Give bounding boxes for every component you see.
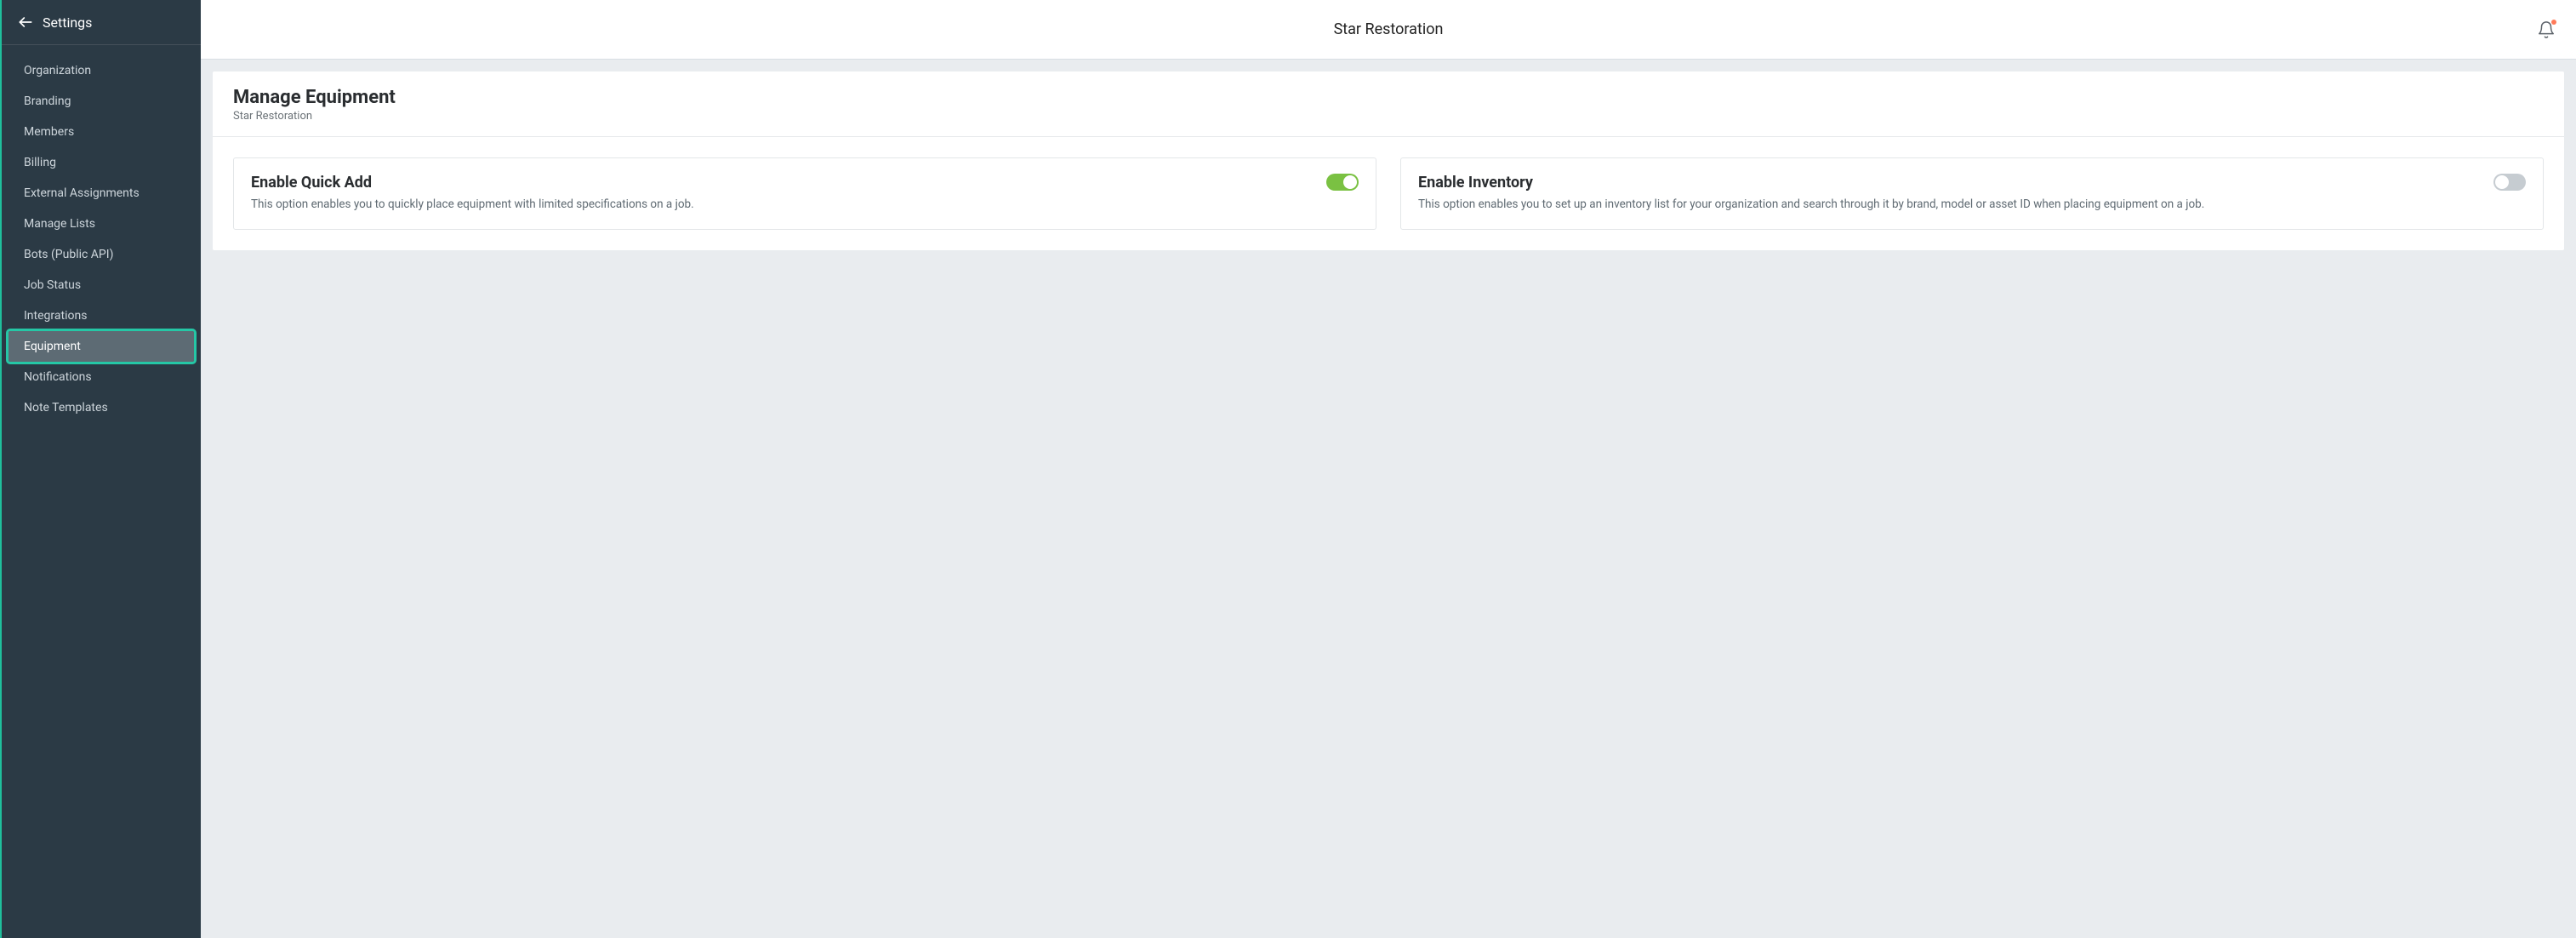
- page-subtitle: Star Restoration: [233, 110, 2544, 123]
- setting-description: This option enables you to quickly place…: [251, 197, 1311, 214]
- sidebar-item-branding[interactable]: Branding: [9, 86, 194, 117]
- toggle-quick-add[interactable]: [1326, 174, 1359, 191]
- back-icon[interactable]: [15, 12, 36, 32]
- sidebar-item-note-templates[interactable]: Note Templates: [9, 392, 194, 423]
- page-card: Manage Equipment Star Restoration Enable…: [213, 71, 2564, 250]
- content: Manage Equipment Star Restoration Enable…: [201, 60, 2576, 262]
- sidebar-item-job-status[interactable]: Job Status: [9, 270, 194, 300]
- sidebar-item-billing[interactable]: Billing: [9, 147, 194, 178]
- sidebar-nav: Organization Branding Members Billing Ex…: [2, 45, 201, 433]
- toggle-inventory[interactable]: [2493, 174, 2526, 191]
- sidebar-item-organization[interactable]: Organization: [9, 55, 194, 86]
- header-bar: Star Restoration: [201, 0, 2576, 60]
- main: Star Restoration Manage Equipment Star R…: [201, 0, 2576, 938]
- header-title: Star Restoration: [1334, 20, 1444, 38]
- sidebar: Settings Organization Branding Members B…: [0, 0, 201, 938]
- toggle-knob-icon: [1343, 175, 1357, 189]
- setting-title: Enable Quick Add: [251, 174, 1311, 192]
- setting-description: This option enables you to set up an inv…: [1418, 197, 2478, 214]
- sidebar-item-external-assignments[interactable]: External Assignments: [9, 178, 194, 209]
- notification-badge-icon: [2551, 20, 2556, 25]
- sidebar-item-members[interactable]: Members: [9, 117, 194, 147]
- toggle-knob-icon: [2495, 175, 2509, 189]
- notifications-bell-icon[interactable]: [2535, 19, 2557, 41]
- setting-title: Enable Inventory: [1418, 174, 2478, 192]
- sidebar-item-integrations[interactable]: Integrations: [9, 300, 194, 331]
- page-title: Manage Equipment: [233, 87, 2544, 108]
- setting-card-quick-add: Enable Quick Add This option enables you…: [233, 157, 1376, 230]
- sidebar-item-manage-lists[interactable]: Manage Lists: [9, 209, 194, 239]
- sidebar-item-notifications[interactable]: Notifications: [9, 362, 194, 392]
- sidebar-title: Settings: [43, 14, 92, 31]
- sidebar-item-bots[interactable]: Bots (Public API): [9, 239, 194, 270]
- page-head: Manage Equipment Star Restoration: [213, 71, 2564, 137]
- header-actions: [2535, 19, 2557, 41]
- settings-row: Enable Quick Add This option enables you…: [213, 137, 2564, 250]
- sidebar-item-equipment[interactable]: Equipment: [9, 331, 194, 362]
- sidebar-header: Settings: [2, 0, 201, 45]
- setting-card-inventory: Enable Inventory This option enables you…: [1400, 157, 2544, 230]
